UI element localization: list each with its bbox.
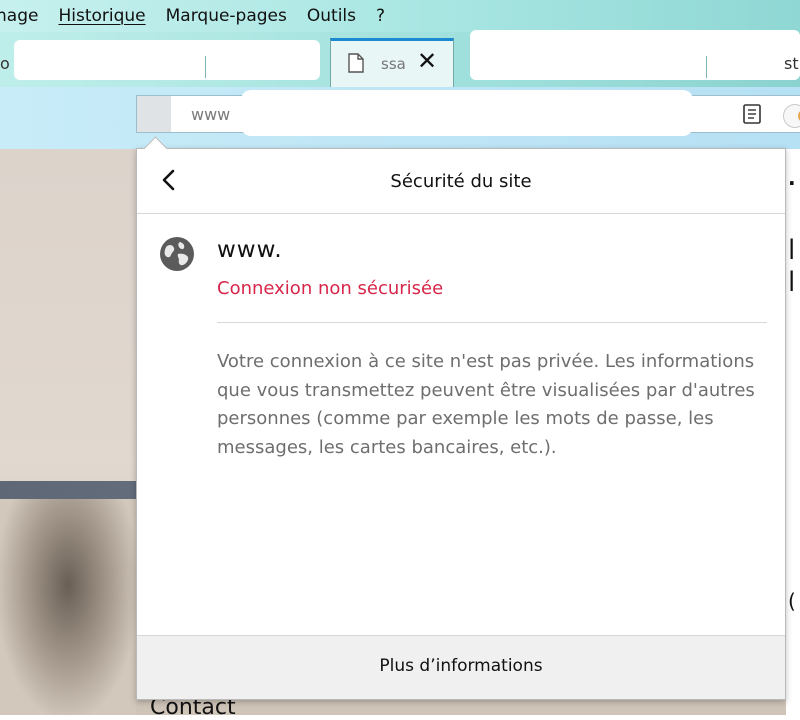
globe-icon	[159, 236, 195, 276]
nav-bar: www	[0, 87, 800, 149]
url-text: www	[191, 105, 231, 124]
tab-right-title: st	[784, 54, 799, 73]
menu-bar: nage Historique Marque-pages Outils ?	[0, 0, 800, 32]
menu-outils[interactable]: Outils	[307, 6, 356, 26]
page-right-column	[786, 149, 800, 715]
tab-active-title: ssa	[381, 55, 406, 73]
connection-status: Connexion non sécurisée	[217, 278, 444, 299]
panel-header: Sécurité du site	[137, 149, 785, 214]
page-glyph: |	[788, 235, 796, 259]
page-image	[0, 499, 136, 715]
redacted-area	[241, 90, 693, 136]
site-host: www.	[217, 237, 283, 263]
menu-aide[interactable]: ?	[376, 6, 385, 26]
redacted-area	[470, 30, 800, 80]
page-glyph: (	[788, 589, 796, 613]
redacted-area	[14, 40, 320, 80]
document-icon	[348, 53, 364, 77]
tab-left[interactable]: o	[0, 38, 328, 87]
tab-left-title: o	[0, 54, 10, 73]
panel-title: Sécurité du site	[390, 171, 532, 192]
url-bar[interactable]: www	[136, 90, 800, 136]
tab-right[interactable]: st	[456, 30, 800, 87]
tab-divider	[706, 56, 707, 78]
separator	[217, 322, 767, 323]
page-glyph: |	[788, 267, 796, 291]
menu-marque-pages[interactable]: Marque-pages	[166, 6, 287, 26]
site-identity-button[interactable]	[137, 96, 171, 132]
site-security-panel: Sécurité du site www. Connexion non sécu…	[136, 136, 786, 700]
more-info-label: Plus d’informations	[379, 656, 543, 676]
extension-icon[interactable]	[783, 104, 800, 128]
tab-bar: o ssa ✕ st	[0, 30, 800, 87]
close-icon[interactable]: ✕	[417, 47, 437, 75]
page-glyph: ·	[788, 171, 796, 195]
tab-divider	[205, 56, 206, 78]
reader-view-icon[interactable]	[741, 103, 763, 129]
menu-historique[interactable]: Historique	[58, 6, 145, 26]
tab-active[interactable]: ssa ✕	[330, 38, 454, 87]
security-description: Votre connexion à ce site n'est pas priv…	[217, 351, 755, 458]
menu-affichage[interactable]: nage	[0, 6, 38, 26]
more-info-button[interactable]: Plus d’informations	[137, 635, 785, 699]
